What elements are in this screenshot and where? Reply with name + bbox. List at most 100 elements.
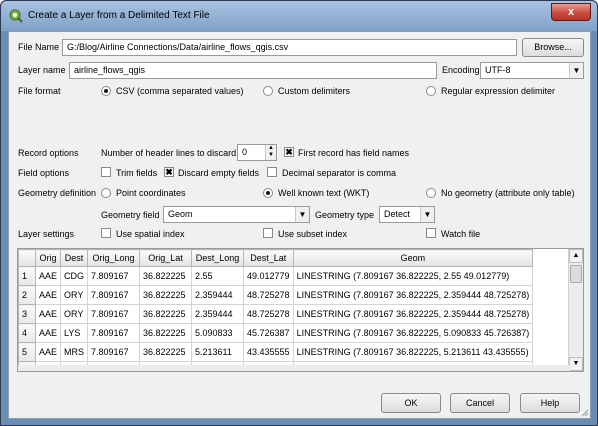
vertical-scrollbar[interactable]: ▲ ▼ bbox=[568, 249, 583, 371]
table-cell[interactable]: AAE bbox=[34, 304, 62, 324]
layer-name-label: Layer name bbox=[18, 65, 66, 75]
column-header[interactable]: Dest bbox=[60, 249, 89, 267]
scroll-up-icon[interactable]: ▲ bbox=[569, 249, 583, 263]
dialog-window: Create a Layer from a Delimited Text Fil… bbox=[0, 0, 598, 426]
table-cell[interactable]: 2.55 bbox=[191, 266, 245, 286]
cancel-button[interactable]: Cancel bbox=[450, 393, 510, 413]
row-number[interactable]: 4 bbox=[18, 323, 36, 343]
help-button[interactable]: Help bbox=[520, 393, 580, 413]
column-header[interactable]: Orig bbox=[34, 249, 62, 267]
table-cell[interactable]: LINESTRING (7.809167 36.822225, 2.359444… bbox=[292, 304, 534, 324]
table-cell[interactable]: 5.090833 bbox=[191, 323, 245, 343]
horizontal-scrollbar[interactable] bbox=[18, 365, 570, 371]
decimal-comma-checkbox[interactable] bbox=[267, 167, 277, 177]
row-number[interactable]: 1 bbox=[18, 266, 36, 286]
table-cell[interactable]: 36.822225 bbox=[139, 266, 193, 286]
title-bar[interactable]: Create a Layer from a Delimited Text Fil… bbox=[1, 1, 597, 31]
scroll-down-icon[interactable]: ▼ bbox=[569, 357, 583, 371]
row-number[interactable]: 3 bbox=[18, 304, 36, 324]
preview-grid: Orig Dest Orig_Long Orig_Lat Dest_Long D… bbox=[18, 249, 534, 371]
table-cell[interactable]: AAE bbox=[34, 342, 62, 362]
geometry-type-select[interactable]: Detect ▼ bbox=[379, 206, 435, 223]
close-button[interactable]: x bbox=[551, 3, 591, 21]
table-cell[interactable]: 49.012779 bbox=[243, 266, 294, 286]
scroll-thumb[interactable] bbox=[570, 265, 582, 283]
table-cell[interactable]: 7.809167 bbox=[87, 342, 141, 362]
preview-table[interactable]: Orig Dest Orig_Long Orig_Lat Dest_Long D… bbox=[17, 248, 584, 372]
first-record-label: First record has field names bbox=[298, 148, 410, 158]
column-header[interactable]: Dest_Lat bbox=[243, 249, 294, 267]
custom-delimiters-radio[interactable] bbox=[263, 86, 273, 96]
table-row[interactable]: 4 AAE LYS 7.809167 36.822225 5.090833 45… bbox=[18, 323, 534, 343]
table-cell[interactable]: 7.809167 bbox=[87, 304, 141, 324]
table-cell[interactable]: ORY bbox=[60, 304, 89, 324]
chevron-down-icon: ▼ bbox=[420, 207, 434, 222]
regex-delimiter-radio[interactable] bbox=[426, 86, 436, 96]
spin-arrows-icon[interactable]: ▲ ▼ bbox=[265, 145, 276, 160]
table-cell[interactable]: 36.822225 bbox=[139, 304, 193, 324]
ok-button[interactable]: OK bbox=[381, 393, 441, 413]
spatial-index-checkbox[interactable] bbox=[101, 228, 111, 238]
table-cell[interactable]: 45.726387 bbox=[243, 323, 294, 343]
table-cell[interactable]: LINESTRING (7.809167 36.822225, 5.213611… bbox=[292, 342, 534, 362]
table-row[interactable]: 1 AAE CDG 7.809167 36.822225 2.55 49.012… bbox=[18, 266, 534, 286]
trim-fields-checkbox[interactable] bbox=[101, 167, 111, 177]
table-cell[interactable]: 36.822225 bbox=[139, 285, 193, 305]
row-number[interactable]: 5 bbox=[18, 342, 36, 362]
table-cell[interactable]: LYS bbox=[60, 323, 89, 343]
point-coordinates-label: Point coordinates bbox=[116, 188, 186, 198]
table-cell[interactable]: ORY bbox=[60, 285, 89, 305]
table-row[interactable]: 5 AAE MRS 7.809167 36.822225 5.213611 43… bbox=[18, 342, 534, 362]
table-cell[interactable]: AAE bbox=[34, 266, 62, 286]
qgis-app-icon bbox=[9, 9, 23, 23]
table-cell[interactable]: AAE bbox=[34, 323, 62, 343]
watch-file-checkbox[interactable] bbox=[426, 228, 436, 238]
layer-name-input[interactable]: airline_flows_qgis bbox=[69, 62, 437, 79]
table-cell[interactable]: 2.359444 bbox=[191, 304, 245, 324]
point-coordinates-radio[interactable] bbox=[101, 188, 111, 198]
corner-header bbox=[18, 249, 36, 267]
table-row[interactable]: 3 AAE ORY 7.809167 36.822225 2.359444 48… bbox=[18, 304, 534, 324]
column-header[interactable]: Dest_Long bbox=[191, 249, 245, 267]
table-cell[interactable]: 2.359444 bbox=[191, 285, 245, 305]
browse-button[interactable]: Browse... bbox=[522, 38, 584, 57]
encoding-select[interactable]: UTF-8 ▼ bbox=[480, 62, 584, 79]
table-row[interactable]: 2 AAE ORY 7.809167 36.822225 2.359444 48… bbox=[18, 285, 534, 305]
encoding-value: UTF-8 bbox=[485, 65, 511, 75]
table-cell[interactable]: LINESTRING (7.809167 36.822225, 5.090833… bbox=[292, 323, 534, 343]
table-cell[interactable]: 7.809167 bbox=[87, 285, 141, 305]
column-header[interactable]: Geom bbox=[292, 249, 534, 267]
table-cell[interactable]: AAE bbox=[34, 285, 62, 305]
file-name-input[interactable]: G:/Blog/Airline Connections/Data/airline… bbox=[62, 39, 517, 56]
table-cell[interactable]: 36.822225 bbox=[139, 342, 193, 362]
first-record-checkbox[interactable]: ✖ bbox=[284, 147, 294, 157]
table-cell[interactable]: LINESTRING (7.809167 36.822225, 2.55 49.… bbox=[292, 266, 534, 286]
table-cell[interactable]: MRS bbox=[60, 342, 89, 362]
discard-empty-checkbox[interactable]: ✖ bbox=[164, 167, 174, 177]
header-lines-spinbox[interactable]: 0 ▲ ▼ bbox=[237, 144, 277, 161]
table-cell[interactable]: 48.725278 bbox=[243, 285, 294, 305]
table-cell[interactable]: LINESTRING (7.809167 36.822225, 2.359444… bbox=[292, 285, 534, 305]
no-geometry-radio[interactable] bbox=[426, 188, 436, 198]
table-cell[interactable]: 36.822225 bbox=[139, 323, 193, 343]
table-cell[interactable]: 7.809167 bbox=[87, 266, 141, 286]
trim-fields-label: Trim fields bbox=[116, 168, 158, 178]
csv-radio[interactable] bbox=[101, 86, 111, 96]
geometry-field-label: Geometry field bbox=[101, 210, 160, 220]
subset-index-checkbox[interactable] bbox=[263, 228, 273, 238]
table-cell[interactable]: 7.809167 bbox=[87, 323, 141, 343]
csv-radio-label: CSV (comma separated values) bbox=[116, 86, 244, 96]
table-cell[interactable]: 48.725278 bbox=[243, 304, 294, 324]
column-header[interactable]: Orig_Lat bbox=[139, 249, 193, 267]
resize-grip-icon[interactable] bbox=[579, 407, 589, 417]
geometry-field-select[interactable]: Geom ▼ bbox=[163, 206, 310, 223]
record-options-label: Record options bbox=[18, 148, 79, 158]
row-number[interactable]: 2 bbox=[18, 285, 36, 305]
wkt-radio[interactable] bbox=[263, 188, 273, 198]
column-header[interactable]: Orig_Long bbox=[87, 249, 141, 267]
table-cell[interactable]: CDG bbox=[60, 266, 89, 286]
table-cell[interactable]: 43.435555 bbox=[243, 342, 294, 362]
geometry-type-label: Geometry type bbox=[315, 210, 375, 220]
wkt-label: Well known text (WKT) bbox=[278, 188, 370, 198]
table-cell[interactable]: 5.213611 bbox=[191, 342, 245, 362]
